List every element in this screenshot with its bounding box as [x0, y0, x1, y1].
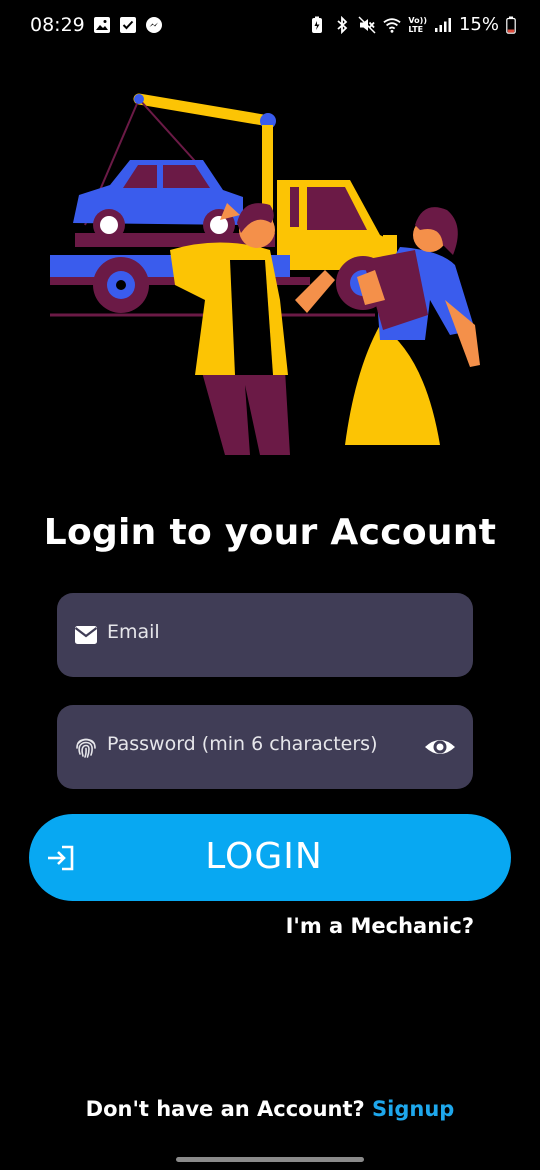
tow-truck-illustration: [50, 93, 480, 455]
password-placeholder: Password (min 6 characters): [107, 733, 378, 755]
email-placeholder: Email: [107, 621, 160, 643]
battery-icon: [506, 16, 516, 34]
login-button[interactable]: LOGIN: [29, 814, 511, 901]
checkbox-icon: [119, 17, 136, 33]
signup-link[interactable]: Signup: [372, 1097, 454, 1121]
email-field[interactable]: Email: [57, 593, 473, 677]
fingerprint-icon: [76, 738, 96, 758]
signup-prompt: Don't have an Account?: [85, 1097, 365, 1121]
bluetooth-icon: [337, 15, 348, 34]
messenger-icon: [145, 17, 162, 33]
page-title: Login to your Account: [43, 512, 497, 553]
status-bar: 08:29 Vo)) LTE 15%: [0, 0, 540, 52]
status-time: 08:29: [30, 14, 85, 36]
battery-saver-icon: [312, 16, 323, 33]
home-indicator[interactable]: [176, 1157, 364, 1162]
gallery-icon: [93, 17, 110, 33]
mechanic-link[interactable]: I'm a Mechanic?: [286, 914, 474, 938]
signal-icon: [434, 17, 451, 32]
battery-percent: 15%: [458, 14, 499, 35]
login-label: LOGIN: [205, 836, 323, 877]
eye-icon[interactable]: [423, 731, 457, 763]
signup-row: Don't have an Account? Signup: [0, 1097, 540, 1121]
mute-icon: [358, 15, 376, 34]
mail-icon: [74, 626, 98, 644]
volte-icon: Vo)) LTE: [408, 15, 427, 34]
wifi-icon: [383, 17, 402, 33]
password-field[interactable]: Password (min 6 characters): [57, 705, 473, 789]
